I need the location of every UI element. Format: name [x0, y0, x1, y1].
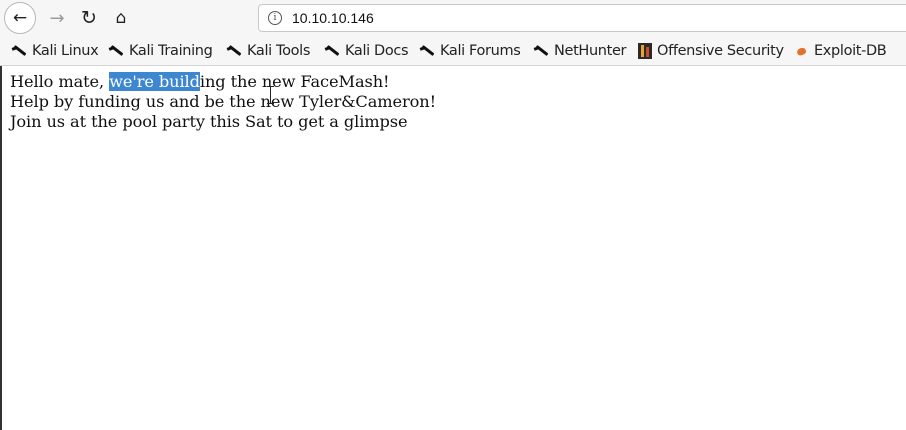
kali-dragon-icon [109, 44, 124, 59]
bookmark-nethunter[interactable]: NetHunter [534, 41, 627, 61]
text-line-2: Help by funding us and be the new Tyler&… [10, 92, 436, 111]
address-bar[interactable]: i 10.10.10.146 [258, 4, 906, 32]
bookmark-label: Kali Tools [247, 43, 311, 59]
bookmark-label: Kali Training [129, 43, 213, 59]
bookmark-label: Offensive Security [657, 43, 784, 59]
kali-dragon-icon [420, 44, 435, 59]
home-icon: ⌂ [115, 8, 127, 28]
bookmark-kali-docs[interactable]: Kali Docs [325, 41, 409, 61]
offensive-security-icon [638, 43, 652, 59]
bookmark-label: Kali Forums [440, 43, 521, 59]
page-content: Hello mate, we're building the new FaceM… [10, 72, 436, 132]
bookmark-label: Exploit-DB [814, 43, 887, 59]
exploit-db-icon [794, 44, 809, 59]
bookmark-label: NetHunter [554, 43, 627, 59]
selected-text: we're build [109, 72, 200, 91]
forward-arrow-icon: → [49, 7, 65, 29]
bookmark-kali-linux[interactable]: Kali Linux [12, 41, 99, 61]
bookmark-label: Kali Linux [32, 43, 99, 59]
bookmark-label: Kali Docs [345, 43, 409, 59]
back-button[interactable]: ← [4, 2, 36, 34]
back-arrow-icon: ← [12, 8, 28, 28]
bookmark-kali-training[interactable]: Kali Training [109, 41, 213, 61]
reload-icon: ↻ [81, 7, 97, 29]
kali-dragon-icon [325, 44, 340, 59]
kali-dragon-icon [12, 44, 27, 59]
text-segment: ing the new FaceMash! [199, 72, 390, 91]
reload-button[interactable]: ↻ [74, 3, 104, 33]
bookmark-offensive-security[interactable]: Offensive Security [638, 41, 784, 61]
home-button[interactable]: ⌂ [106, 3, 136, 33]
text-segment: Hello mate, [10, 72, 110, 91]
text-cursor-icon [267, 86, 274, 104]
bookmarks-toolbar: Kali Linux Kali Training Kali Tools Kali… [0, 36, 906, 66]
text-line-3: Join us at the pool party this Sat to ge… [10, 112, 408, 131]
bookmark-kali-tools[interactable]: Kali Tools [227, 41, 310, 61]
kali-dragon-icon [534, 44, 549, 59]
bookmark-exploit-db[interactable]: Exploit-DB [794, 41, 887, 61]
navigation-toolbar: ← → ↻ ⌂ i 10.10.10.146 [0, 0, 906, 36]
forward-button[interactable]: → [42, 3, 72, 33]
url-text[interactable]: 10.10.10.146 [292, 10, 374, 26]
site-info-icon[interactable]: i [268, 11, 282, 25]
window-edge [0, 66, 2, 430]
text-line-1: Hello mate, we're building the new FaceM… [10, 72, 436, 92]
kali-dragon-icon [227, 44, 242, 59]
bookmark-kali-forums[interactable]: Kali Forums [420, 41, 521, 61]
